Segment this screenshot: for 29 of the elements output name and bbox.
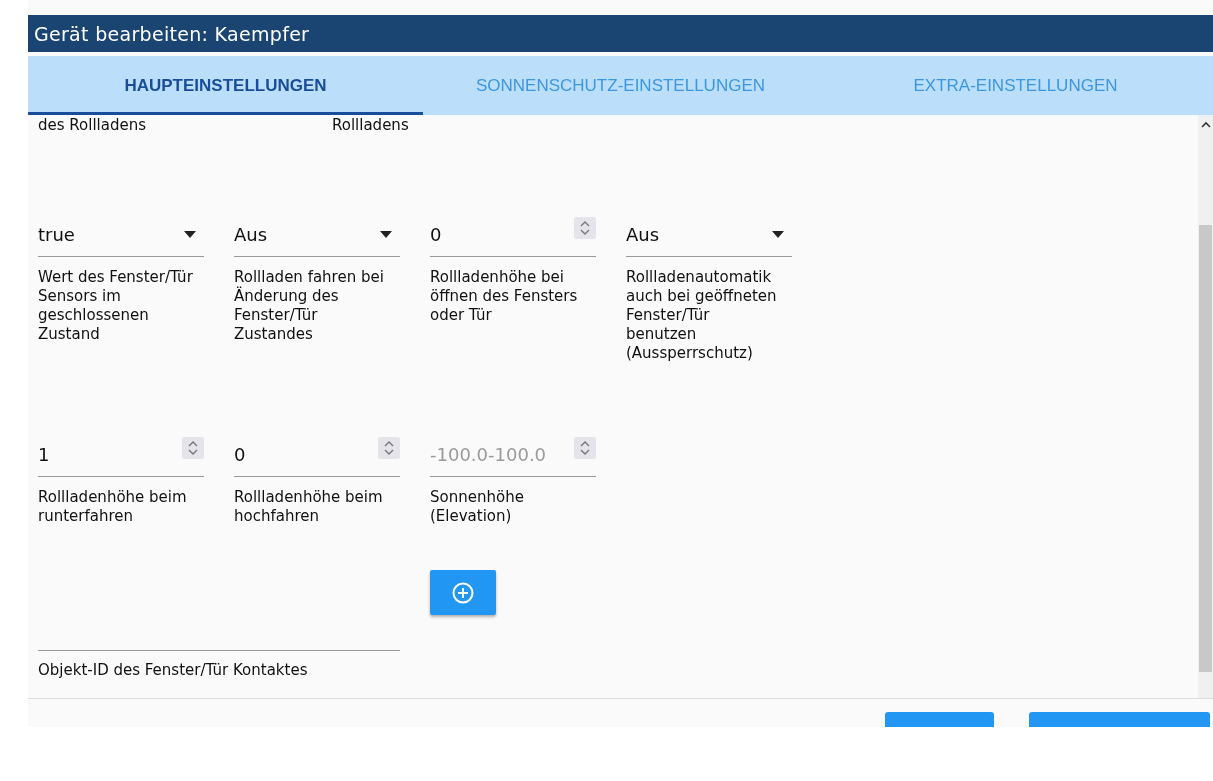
spinner-icon[interactable] <box>574 437 596 459</box>
spinner-icon[interactable] <box>574 217 596 239</box>
field-label: Wert des Fenster/Tür Sensors im geschlossenen Zustand <box>38 268 193 345</box>
spinner-icon[interactable] <box>378 437 400 459</box>
input-field[interactable]: true <box>38 213 204 257</box>
field-label: Rollladenhöhe bei öffnen des Fensters oder Tür <box>430 268 579 326</box>
scrollbar[interactable] <box>1198 115 1213 698</box>
add-button[interactable] <box>430 570 496 615</box>
spinner-icon[interactable] <box>182 437 204 459</box>
field-label: Rollladens <box>332 116 409 134</box>
input-field[interactable]: Aus <box>234 213 400 257</box>
plus-circle-icon <box>451 580 475 605</box>
dialog-title: Gerät bearbeiten: Kaempfer <box>34 22 310 45</box>
input-field[interactable]: 1 <box>38 433 204 477</box>
field-label: Rollladen fahren bei Änderung des Fenster/Tür Zustandes <box>234 268 385 345</box>
dropdown-arrow-icon <box>184 231 196 238</box>
field-label: Objekt-ID des Fenster/Tür Kontaktes <box>38 661 309 680</box>
dropdown-arrow-icon <box>380 231 392 238</box>
field-label: Rollladenhöhe beim hochfahren <box>234 488 384 527</box>
field-label: Rollladenautomatik auch bei geöffneten Fenster/Tür benutzen (Aussperrschutz) <box>626 268 778 363</box>
field-label: des Rollladens <box>38 116 148 134</box>
input-field[interactable]: 0 <box>234 433 400 477</box>
field-label: Rollladenhöhe beim runterfahren <box>38 488 188 527</box>
field-label: Sonnenhöhe (Elevation) <box>430 488 525 527</box>
scroll-up-icon[interactable] <box>1200 121 1211 128</box>
input-field[interactable]: 0 <box>430 213 596 257</box>
tab[interactable]: HAUPTEINSTELLUNGEN <box>28 56 423 115</box>
dropdown-arrow-icon <box>772 231 784 238</box>
input-field[interactable]: Aus <box>626 213 792 257</box>
